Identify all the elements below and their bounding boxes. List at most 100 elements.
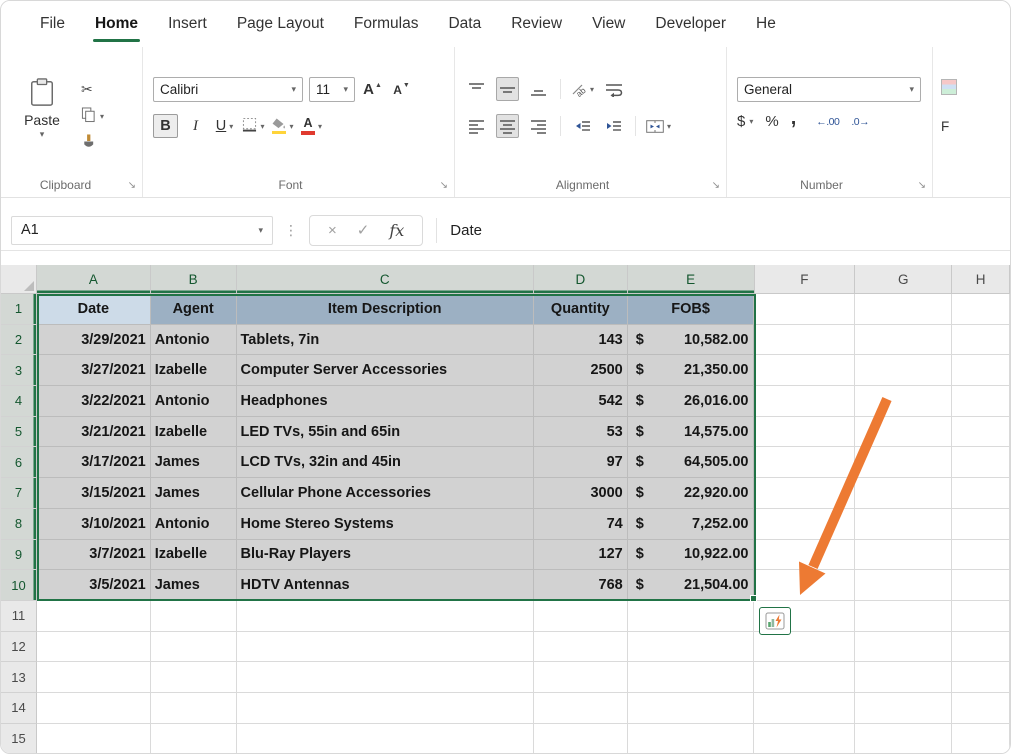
formula-bar-splitter[interactable]: ⋮ bbox=[284, 222, 298, 239]
row-header-5[interactable]: 5 bbox=[1, 417, 37, 448]
cell-D14[interactable] bbox=[534, 693, 628, 724]
row-header-10[interactable]: 10 bbox=[1, 570, 37, 601]
cell-D13[interactable] bbox=[534, 662, 628, 693]
cell-E9[interactable]: $10,922.00 bbox=[628, 540, 755, 571]
formula-input[interactable]: Date bbox=[450, 222, 482, 239]
decrease-indent-button[interactable] bbox=[571, 114, 594, 138]
cell-H6[interactable] bbox=[952, 447, 1010, 478]
cell-G7[interactable] bbox=[855, 478, 952, 509]
cell-E2[interactable]: $10,582.00 bbox=[628, 325, 755, 356]
cell-D7[interactable]: 3000 bbox=[534, 478, 628, 509]
cell-C15[interactable] bbox=[237, 724, 534, 753]
cut-button[interactable]: ✂ bbox=[81, 80, 104, 98]
cell-B14[interactable] bbox=[151, 693, 237, 724]
cell-F7[interactable] bbox=[754, 478, 855, 509]
cell-D6[interactable]: 97 bbox=[534, 447, 628, 478]
cell-G9[interactable] bbox=[855, 540, 952, 571]
cell-D15[interactable] bbox=[534, 724, 628, 753]
cell-G5[interactable] bbox=[855, 417, 952, 448]
row-header-13[interactable]: 13 bbox=[1, 662, 37, 693]
cell-F6[interactable] bbox=[754, 447, 855, 478]
cell-B2[interactable]: Antonio bbox=[151, 325, 237, 356]
tab-view[interactable]: View bbox=[577, 2, 640, 46]
cell-G15[interactable] bbox=[855, 724, 952, 753]
decrease-decimal-button[interactable]: .0→ bbox=[851, 116, 869, 128]
cell-F12[interactable] bbox=[754, 632, 855, 663]
align-left-button[interactable] bbox=[465, 114, 488, 138]
cell-F4[interactable] bbox=[754, 386, 855, 417]
increase-font-size-button[interactable]: A▲ bbox=[361, 78, 384, 102]
cell-C12[interactable] bbox=[237, 632, 534, 663]
cell-B3[interactable]: Izabelle bbox=[151, 355, 237, 386]
cell-A12[interactable] bbox=[37, 632, 151, 663]
row-header-15[interactable]: 15 bbox=[1, 724, 37, 753]
column-header-F[interactable]: F bbox=[755, 265, 856, 294]
underline-button[interactable]: U ▾ bbox=[213, 114, 236, 138]
cell-G11[interactable] bbox=[855, 601, 952, 632]
cell-H2[interactable] bbox=[952, 325, 1010, 356]
column-header-E[interactable]: E bbox=[628, 265, 755, 294]
row-header-6[interactable]: 6 bbox=[1, 447, 37, 478]
cell-D2[interactable]: 143 bbox=[534, 325, 628, 356]
cell-H14[interactable] bbox=[952, 693, 1010, 724]
cell-E13[interactable] bbox=[628, 662, 755, 693]
cell-H10[interactable] bbox=[952, 570, 1010, 601]
cell-E5[interactable]: $14,575.00 bbox=[628, 417, 755, 448]
cell-C2[interactable]: Tablets, 7in bbox=[237, 325, 534, 356]
dialog-launcher-icon[interactable]: ↘ bbox=[128, 181, 136, 191]
cell-H12[interactable] bbox=[952, 632, 1010, 663]
decrease-font-size-button[interactable]: A▼ bbox=[390, 78, 413, 102]
cell-F5[interactable] bbox=[754, 417, 855, 448]
tab-home[interactable]: Home bbox=[80, 2, 153, 46]
align-middle-button[interactable] bbox=[496, 77, 519, 101]
row-header-8[interactable]: 8 bbox=[1, 509, 37, 540]
cell-A2[interactable]: 3/29/2021 bbox=[37, 325, 151, 356]
cell-D3[interactable]: 2500 bbox=[534, 355, 628, 386]
name-box[interactable]: A1 ▾ bbox=[11, 216, 273, 245]
tab-data[interactable]: Data bbox=[433, 2, 496, 46]
cell-B15[interactable] bbox=[151, 724, 237, 753]
cell-B7[interactable]: James bbox=[151, 478, 237, 509]
percent-style-button[interactable]: % bbox=[765, 113, 778, 130]
column-header-C[interactable]: C bbox=[237, 265, 534, 294]
dialog-launcher-icon[interactable]: ↘ bbox=[712, 181, 720, 191]
cell-C6[interactable]: LCD TVs, 32in and 45in bbox=[237, 447, 534, 478]
row-header-2[interactable]: 2 bbox=[1, 325, 37, 356]
cell-G14[interactable] bbox=[855, 693, 952, 724]
accounting-format-button[interactable]: $ ▾ bbox=[737, 113, 753, 130]
format-painter-button[interactable] bbox=[81, 134, 104, 152]
cell-G13[interactable] bbox=[855, 662, 952, 693]
enter-icon[interactable]: ✓ bbox=[357, 221, 370, 239]
row-header-9[interactable]: 9 bbox=[1, 540, 37, 571]
cell-A13[interactable] bbox=[37, 662, 151, 693]
cell-C7[interactable]: Cellular Phone Accessories bbox=[237, 478, 534, 509]
tab-page-layout[interactable]: Page Layout bbox=[222, 2, 339, 46]
row-header-1[interactable]: 1 bbox=[1, 294, 37, 325]
row-header-14[interactable]: 14 bbox=[1, 693, 37, 724]
cell-C11[interactable] bbox=[237, 601, 534, 632]
cell-F1[interactable] bbox=[754, 294, 855, 325]
cell-B9[interactable]: Izabelle bbox=[151, 540, 237, 571]
row-header-11[interactable]: 11 bbox=[1, 601, 37, 632]
cell-F8[interactable] bbox=[754, 509, 855, 540]
cell-A8[interactable]: 3/10/2021 bbox=[37, 509, 151, 540]
bold-button[interactable]: B bbox=[153, 114, 178, 138]
cell-H13[interactable] bbox=[952, 662, 1010, 693]
cell-B12[interactable] bbox=[151, 632, 237, 663]
cell-D1[interactable]: Quantity bbox=[534, 294, 628, 325]
cell-D9[interactable]: 127 bbox=[534, 540, 628, 571]
italic-button[interactable]: I bbox=[184, 114, 207, 138]
orientation-button[interactable]: ab ▾ bbox=[571, 77, 594, 101]
increase-indent-button[interactable] bbox=[602, 114, 625, 138]
cell-H8[interactable] bbox=[952, 509, 1010, 540]
cell-G4[interactable] bbox=[855, 386, 952, 417]
cell-F10[interactable] bbox=[754, 570, 855, 601]
cell-G6[interactable] bbox=[855, 447, 952, 478]
cell-A11[interactable] bbox=[37, 601, 151, 632]
cell-E15[interactable] bbox=[628, 724, 755, 753]
row-header-12[interactable]: 12 bbox=[1, 632, 37, 663]
cell-A15[interactable] bbox=[37, 724, 151, 753]
cell-G2[interactable] bbox=[855, 325, 952, 356]
cell-A1[interactable]: Date bbox=[37, 294, 151, 325]
align-center-button[interactable] bbox=[496, 114, 519, 138]
